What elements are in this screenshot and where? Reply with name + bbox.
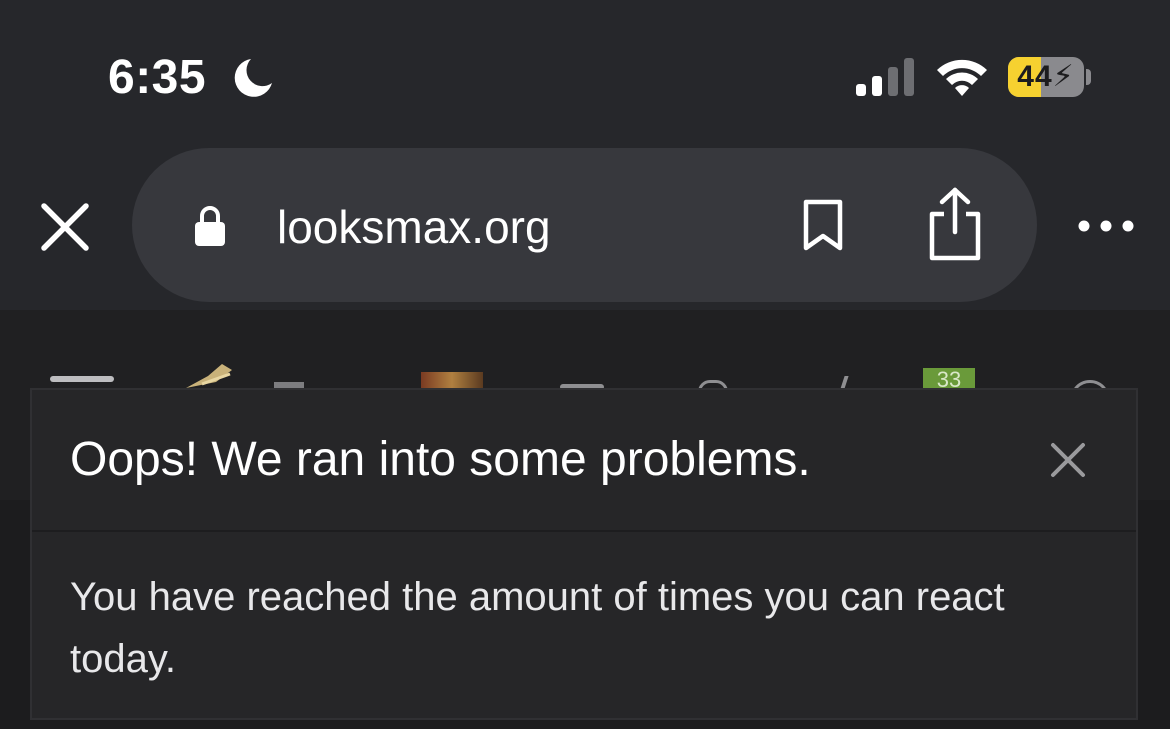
moon-icon xyxy=(234,59,272,97)
status-time: 6:35 xyxy=(108,51,207,104)
close-icon[interactable] xyxy=(38,200,92,254)
overlay-title: Oops! We ran into some problems. xyxy=(70,433,811,486)
hamburger-menu-icon[interactable] xyxy=(50,376,114,382)
overlay-body: You have reached the amount of times you… xyxy=(32,532,1136,718)
error-overlay: Oops! We ran into some problems. You hav… xyxy=(30,388,1138,720)
charging-bolt-icon: ⚡ xyxy=(1052,60,1075,93)
bookmark-icon[interactable] xyxy=(800,198,846,252)
battery-level-text: 44⚡ xyxy=(1017,60,1075,93)
close-icon[interactable] xyxy=(1050,442,1086,478)
battery-indicator: 44⚡ xyxy=(1008,57,1084,97)
screen: 6:35 44⚡ looksmax.org 33 Oops! We ran in… xyxy=(0,0,1170,729)
cellular-signal-icon xyxy=(856,58,914,96)
share-icon[interactable] xyxy=(924,186,986,262)
address-bar[interactable] xyxy=(132,148,1037,302)
overlay-header: Oops! We ran into some problems. xyxy=(32,390,1136,532)
wifi-icon xyxy=(937,59,987,96)
more-icon[interactable] xyxy=(1076,212,1136,240)
url-text[interactable]: looksmax.org xyxy=(277,200,551,254)
overlay-message: You have reached the amount of times you… xyxy=(70,575,1005,681)
battery-nub xyxy=(1086,69,1091,85)
browser-chrome: 6:35 44⚡ looksmax.org xyxy=(0,0,1170,310)
lock-icon xyxy=(195,206,225,246)
